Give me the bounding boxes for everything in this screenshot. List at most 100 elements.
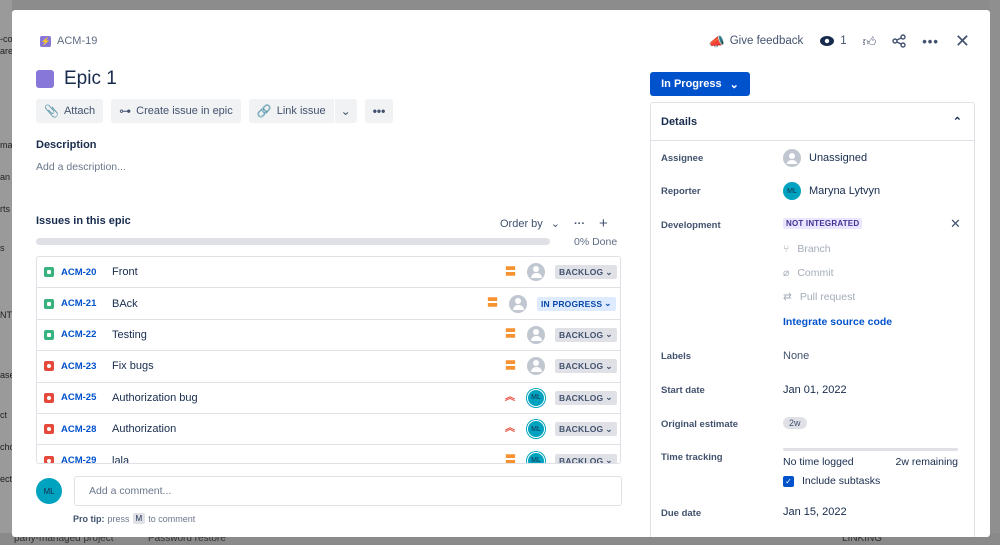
issue-summary[interactable]: Testing <box>112 329 147 341</box>
unassigned-avatar-icon[interactable] <box>527 357 545 376</box>
issue-key[interactable]: ACM-19 <box>57 35 97 47</box>
avatar[interactable]: ML <box>527 388 545 407</box>
attach-button[interactable]: 📎 Attach <box>36 99 104 123</box>
chevron-down-icon: ⌄ <box>550 218 561 230</box>
chevron-down-icon: ⌄ <box>605 329 613 340</box>
include-subtasks-checkbox[interactable]: ✓ Include subtasks <box>783 475 880 487</box>
table-row[interactable]: ACM-28 Authorization ︽ ML BACKLOG ⌄ <box>37 414 620 446</box>
issue-key-link[interactable]: ACM-20 <box>61 267 96 278</box>
issue-modal: ⚡ ACM-19 📣 Give feedback 1 👍︎ ••• ✕ Epic… <box>12 10 990 537</box>
priority-medium-icon: 〓 <box>505 359 516 372</box>
thumbs-up-icon[interactable]: 👍︎ <box>863 35 877 48</box>
status-lozenge[interactable]: BACKLOG ⌄ <box>555 390 617 405</box>
header-actions: 📣 Give feedback 1 👍︎ ••• ✕ <box>709 32 970 50</box>
more-icon[interactable]: ··· <box>574 218 585 230</box>
labels-value[interactable]: None <box>783 350 809 362</box>
chevron-down-icon: ⌄ <box>605 392 613 403</box>
due-date-value[interactable]: Jan 15, 2022 <box>783 506 847 518</box>
priority-high-icon: ︽ <box>505 391 515 403</box>
more-icon[interactable]: ••• <box>922 35 939 48</box>
bg-fragment: -co <box>0 34 12 44</box>
avatar[interactable]: ML <box>527 420 545 439</box>
table-row[interactable]: ACM-23 Fix bugs 〓 BACKLOG ⌄ <box>37 351 620 383</box>
issue-summary[interactable]: Authorization <box>112 423 176 435</box>
issue-key-link[interactable]: ACM-25 <box>61 392 96 403</box>
status-text: IN PROGRESS <box>541 298 603 309</box>
bug-icon <box>44 392 54 403</box>
watch-button[interactable]: 1 <box>819 35 847 47</box>
estimate-value: 2w <box>783 417 807 429</box>
issue-summary[interactable]: Fix bugs <box>112 360 154 372</box>
not-integrated-badge: NOT INTEGRATED <box>783 218 863 229</box>
table-row[interactable]: ACM-22 Testing 〓 BACKLOG ⌄ <box>37 320 620 352</box>
unassigned-avatar-icon[interactable] <box>527 325 545 344</box>
chevron-down-icon: ⌄ <box>605 266 613 277</box>
description-field[interactable]: Add a description... <box>36 161 126 173</box>
close-icon[interactable]: ✕ <box>955 32 970 50</box>
reporter-field[interactable]: ML Maryna Lytvyn <box>783 182 880 200</box>
table-row[interactable]: ACM-25 Authorization bug ︽ ML BACKLOG ⌄ <box>37 383 620 414</box>
commit-item: ⌀ Commit <box>783 267 834 279</box>
development-badge-wrap: NOT INTEGRATED <box>783 218 863 229</box>
issue-summary[interactable]: Authorization bug <box>112 392 198 404</box>
status-lozenge[interactable]: BACKLOG ⌄ <box>555 265 617 280</box>
estimate-field[interactable]: 2w <box>783 417 807 429</box>
table-row[interactable]: ACM-21 BAck 〓 IN PROGRESS ⌄ <box>37 288 620 320</box>
table-row[interactable]: ACM-20 Front 〓 BACKLOG ⌄ <box>37 257 620 289</box>
time-tracking-field[interactable]: No time logged 2w remaining <box>783 448 958 468</box>
status-lozenge[interactable]: BACKLOG ⌄ <box>555 453 617 463</box>
start-date-value[interactable]: Jan 01, 2022 <box>783 384 847 396</box>
order-by-button[interactable]: Order by ⌄ <box>500 217 561 231</box>
status-lozenge[interactable]: BACKLOG ⌄ <box>555 422 617 437</box>
bug-icon <box>44 424 54 435</box>
bg-fragment: are <box>0 46 12 56</box>
status-lozenge[interactable]: BACKLOG ⌄ <box>555 327 617 342</box>
issue-key-link[interactable]: ACM-28 <box>61 424 96 435</box>
unassigned-avatar-icon[interactable] <box>527 263 545 282</box>
status-text: BACKLOG <box>559 361 604 372</box>
table-row[interactable]: ACM-29 lala 〓 ML BACKLOG ⌄ <box>37 445 620 463</box>
link-issue-dropdown[interactable]: ⌄ <box>334 99 357 123</box>
hierarchy-icon: ⊶ <box>119 104 132 118</box>
priority-medium-icon: 〓 <box>505 328 516 341</box>
add-icon[interactable]: + <box>599 215 608 232</box>
integrate-source-link[interactable]: Integrate source code <box>783 316 892 328</box>
issue-summary[interactable]: Front <box>112 266 138 278</box>
issue-key-link[interactable]: ACM-23 <box>61 361 96 372</box>
status-lozenge[interactable]: BACKLOG ⌄ <box>555 359 617 374</box>
issue-key-link[interactable]: ACM-22 <box>61 329 96 340</box>
issue-title[interactable]: Epic 1 <box>64 68 117 90</box>
status-lozenge[interactable]: IN PROGRESS ⌄ <box>537 296 616 311</box>
time-logged: No time logged <box>783 456 854 468</box>
watch-count: 1 <box>840 35 847 47</box>
status-dropdown[interactable]: In Progress ⌄ <box>650 72 750 96</box>
eye-icon <box>820 36 835 46</box>
issue-toolbar: 📎 Attach ⊶ Create issue in epic 🔗 Link i… <box>36 99 394 123</box>
commit-icon: ⌀ <box>783 267 790 279</box>
megaphone-icon: 📣 <box>708 33 725 49</box>
link-issue-button[interactable]: 🔗 Link issue <box>248 99 334 123</box>
pull-request-icon: ⇄ <box>783 291 792 303</box>
chevron-down-icon: ⌄ <box>729 78 739 91</box>
assignee-field[interactable]: Unassigned <box>783 149 867 167</box>
issue-breadcrumb[interactable]: ⚡ ACM-19 <box>40 35 97 47</box>
close-icon[interactable]: ✕ <box>950 216 961 232</box>
create-issue-in-epic-button[interactable]: ⊶ Create issue in epic <box>111 99 241 123</box>
share-icon[interactable] <box>892 34 906 48</box>
issue-summary[interactable]: BAck <box>112 298 138 310</box>
comment-input[interactable]: Add a comment... <box>74 476 622 506</box>
issue-key-link[interactable]: ACM-21 <box>61 298 96 309</box>
more-actions-button[interactable]: ••• <box>364 99 394 123</box>
unassigned-avatar-icon[interactable] <box>509 294 527 313</box>
priority-medium-icon: 〓 <box>487 297 498 310</box>
issue-key-link[interactable]: ACM-29 <box>61 455 96 463</box>
comment-box: ML Add a comment... <box>36 476 622 506</box>
status-text: BACKLOG <box>559 267 604 278</box>
bg-fragment: rts <box>0 204 10 214</box>
bug-icon <box>44 455 54 463</box>
avatar[interactable]: ML <box>527 451 545 463</box>
give-feedback-button[interactable]: 📣 Give feedback <box>709 35 804 48</box>
issue-summary[interactable]: lala <box>112 455 129 463</box>
issues-controls: Order by ⌄ ··· + <box>500 215 608 232</box>
details-header[interactable]: Details ⌃ <box>651 103 974 141</box>
